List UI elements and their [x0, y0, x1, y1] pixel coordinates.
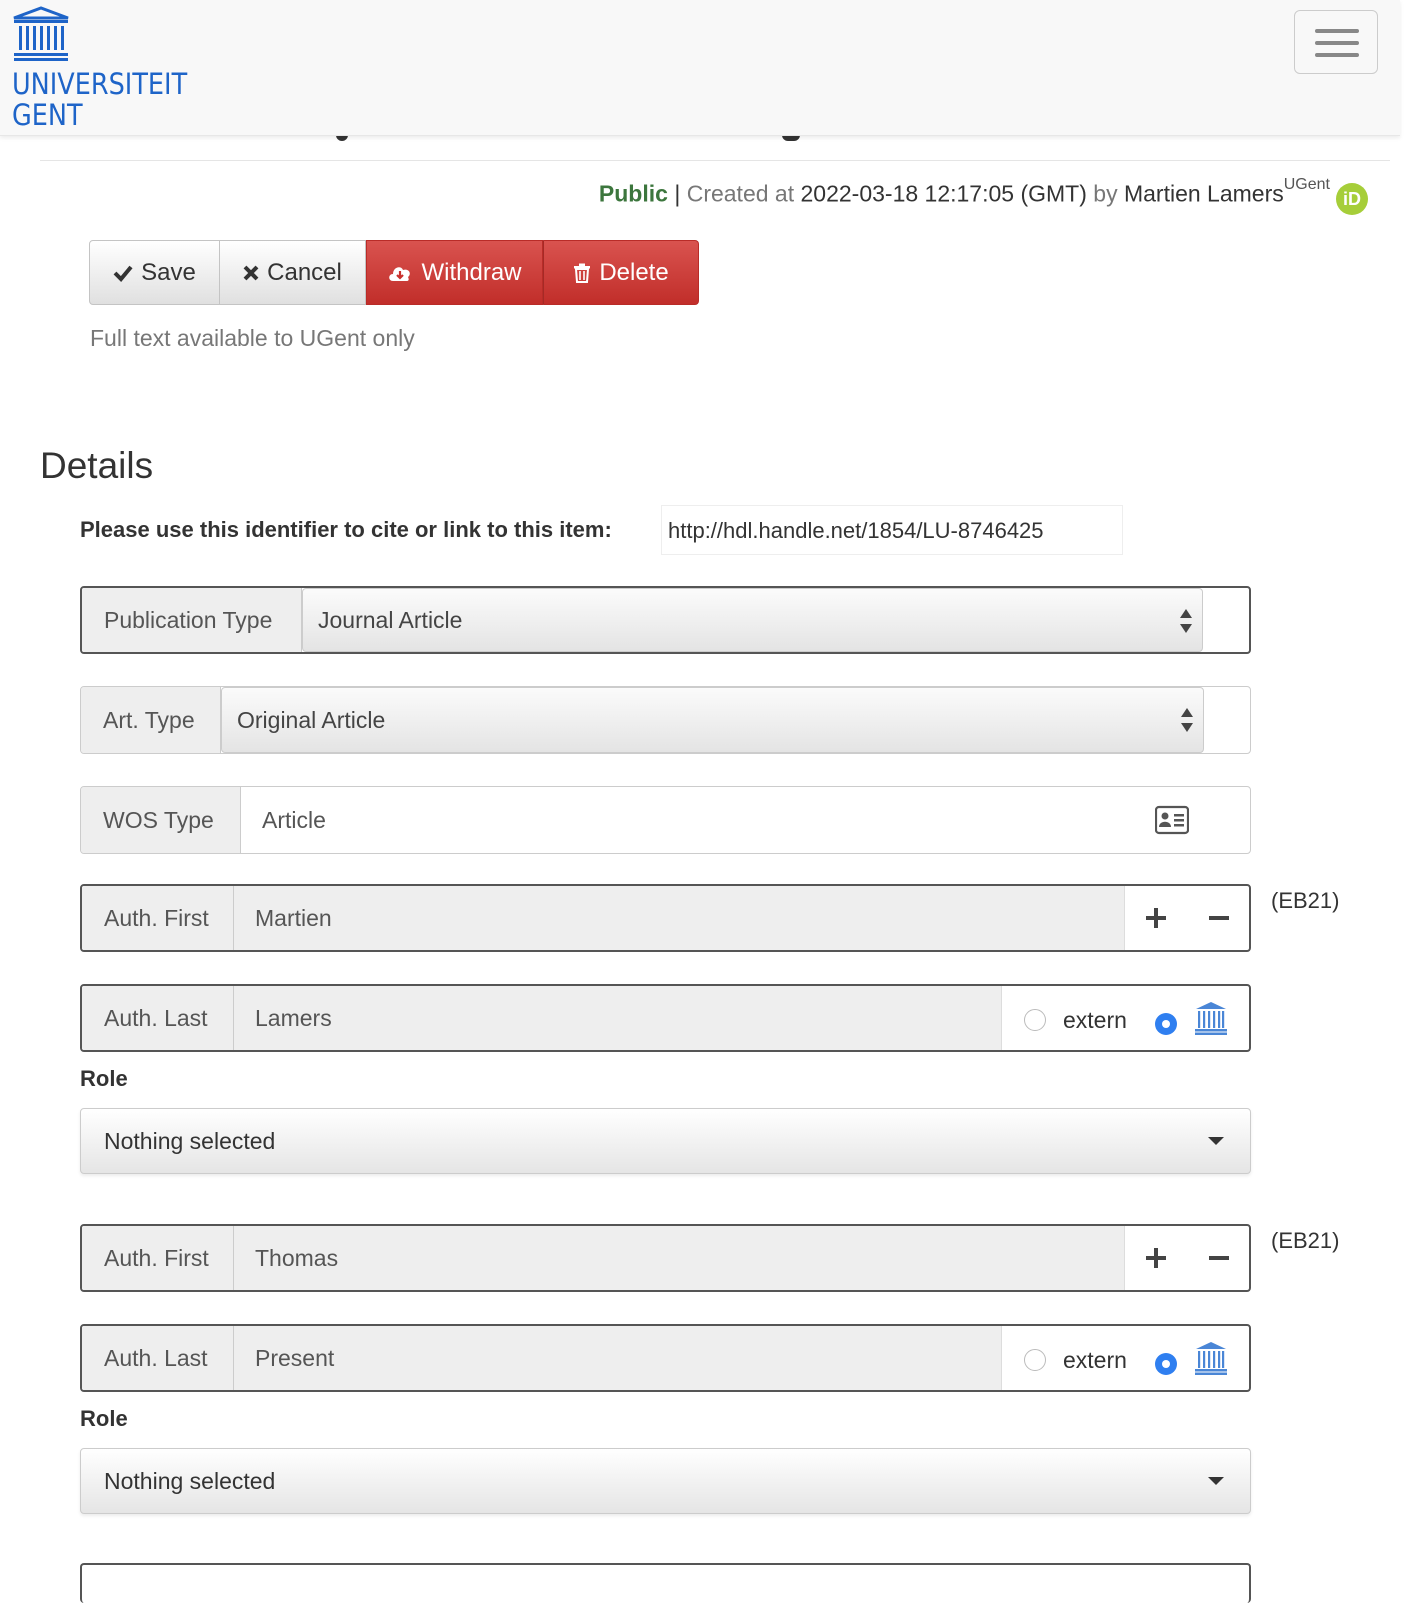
auth-last-label: Auth. Last [82, 986, 234, 1050]
auth-first-input[interactable]: Martien [234, 886, 1125, 950]
identifier-label: Please use this identifier to cite or li… [80, 517, 612, 542]
extern-radio[interactable] [1024, 1009, 1046, 1031]
identifier-field[interactable]: http://hdl.handle.net/1854/LU-8746425 [661, 505, 1123, 555]
remove-author-button[interactable] [1203, 1242, 1235, 1274]
orcid-icon[interactable]: iD [1336, 182, 1368, 215]
author-1-first-group: Auth. First Martien [80, 884, 1251, 952]
auth-last-label: Auth. Last [82, 1326, 234, 1390]
ugent-radio[interactable] [1155, 1353, 1177, 1375]
chevron-down-icon [1208, 1477, 1224, 1485]
art-type-select[interactable]: Original Article [221, 687, 1204, 753]
top-navbar: UNIVERSITEIT GENT [0, 0, 1400, 136]
university-building-icon [13, 6, 69, 61]
access-note: Full text available to UGent only [90, 325, 415, 351]
wos-type-label: WOS Type [81, 787, 241, 853]
auth-last-input[interactable]: Lamers [234, 986, 1002, 1050]
author-2-last-group: Auth. Last Present extern [80, 1324, 1251, 1392]
art-type-group: Art. Type Original Article [80, 686, 1251, 754]
publication-type-label: Publication Type [82, 588, 302, 652]
select-updown-icon [1180, 607, 1192, 635]
delete-button[interactable]: Delete [543, 240, 699, 305]
trash-icon [574, 263, 591, 283]
action-toolbar: Save Cancel Withdraw Delete [89, 240, 699, 305]
hamburger-menu-icon [1315, 29, 1359, 33]
extern-label: extern [1063, 1347, 1127, 1373]
cloud-download-icon [389, 266, 411, 281]
status-badge: Public [598, 180, 668, 207]
add-author-button[interactable] [1140, 902, 1172, 934]
close-icon [243, 265, 259, 280]
hamburger-menu-button[interactable] [1294, 10, 1378, 74]
institution-icon [1195, 1342, 1227, 1375]
remove-author-button[interactable] [1203, 902, 1235, 934]
role-label: Role [80, 1406, 128, 1431]
wos-type-group: WOS Type Article [80, 786, 1251, 854]
minus-icon [1209, 1256, 1229, 1260]
art-type-label: Art. Type [81, 687, 221, 753]
select-updown-icon [1181, 706, 1193, 734]
created-timestamp: 2022-03-18 12:17:05 (GMT) [800, 180, 1087, 207]
author-code: (EB21) [1271, 1228, 1340, 1253]
auth-first-label: Auth. First [82, 1226, 234, 1290]
extern-radio[interactable] [1024, 1349, 1046, 1371]
publication-type-select[interactable]: Journal Article [302, 588, 1203, 652]
ugent-logo[interactable]: UNIVERSITEIT GENT [12, 6, 187, 132]
minus-icon [1209, 916, 1229, 920]
author-code: (EB21) [1271, 888, 1340, 913]
next-field-group [80, 1563, 1251, 1603]
item-metadata-line: Public | Created at 2022-03-18 12:17:05 … [598, 176, 1368, 215]
author-2-first-group: Auth. First Thomas [80, 1224, 1251, 1292]
logo-line-1: UNIVERSITEIT [12, 67, 188, 101]
check-icon [113, 265, 133, 282]
wos-type-field[interactable]: Article [241, 787, 1204, 853]
extern-label: extern [1063, 1007, 1127, 1033]
auth-last-input[interactable]: Present [234, 1326, 1002, 1390]
withdraw-button[interactable]: Withdraw [366, 240, 543, 305]
role-select[interactable]: Nothing selected [80, 1448, 1251, 1514]
author-name[interactable]: Martien Lamers [1124, 181, 1284, 207]
id-card-icon[interactable] [1155, 805, 1189, 835]
cancel-button[interactable]: Cancel [220, 240, 366, 305]
auth-first-label: Auth. First [82, 886, 234, 950]
save-button[interactable]: Save [89, 240, 220, 305]
logo-line-2: GENT [12, 98, 83, 132]
publication-type-group: Publication Type Journal Article [80, 586, 1251, 654]
chevron-down-icon [1208, 1137, 1224, 1145]
affiliation-label: UGent [1283, 176, 1330, 193]
role-select[interactable]: Nothing selected [80, 1108, 1251, 1174]
author-1-last-group: Auth. Last Lamers extern [80, 984, 1251, 1052]
ugent-radio[interactable] [1155, 1013, 1177, 1035]
institution-icon [1195, 1002, 1227, 1035]
add-author-button[interactable] [1140, 1242, 1172, 1274]
role-label: Role [80, 1066, 128, 1091]
details-heading: Details [40, 445, 154, 486]
auth-first-input[interactable]: Thomas [234, 1226, 1125, 1290]
